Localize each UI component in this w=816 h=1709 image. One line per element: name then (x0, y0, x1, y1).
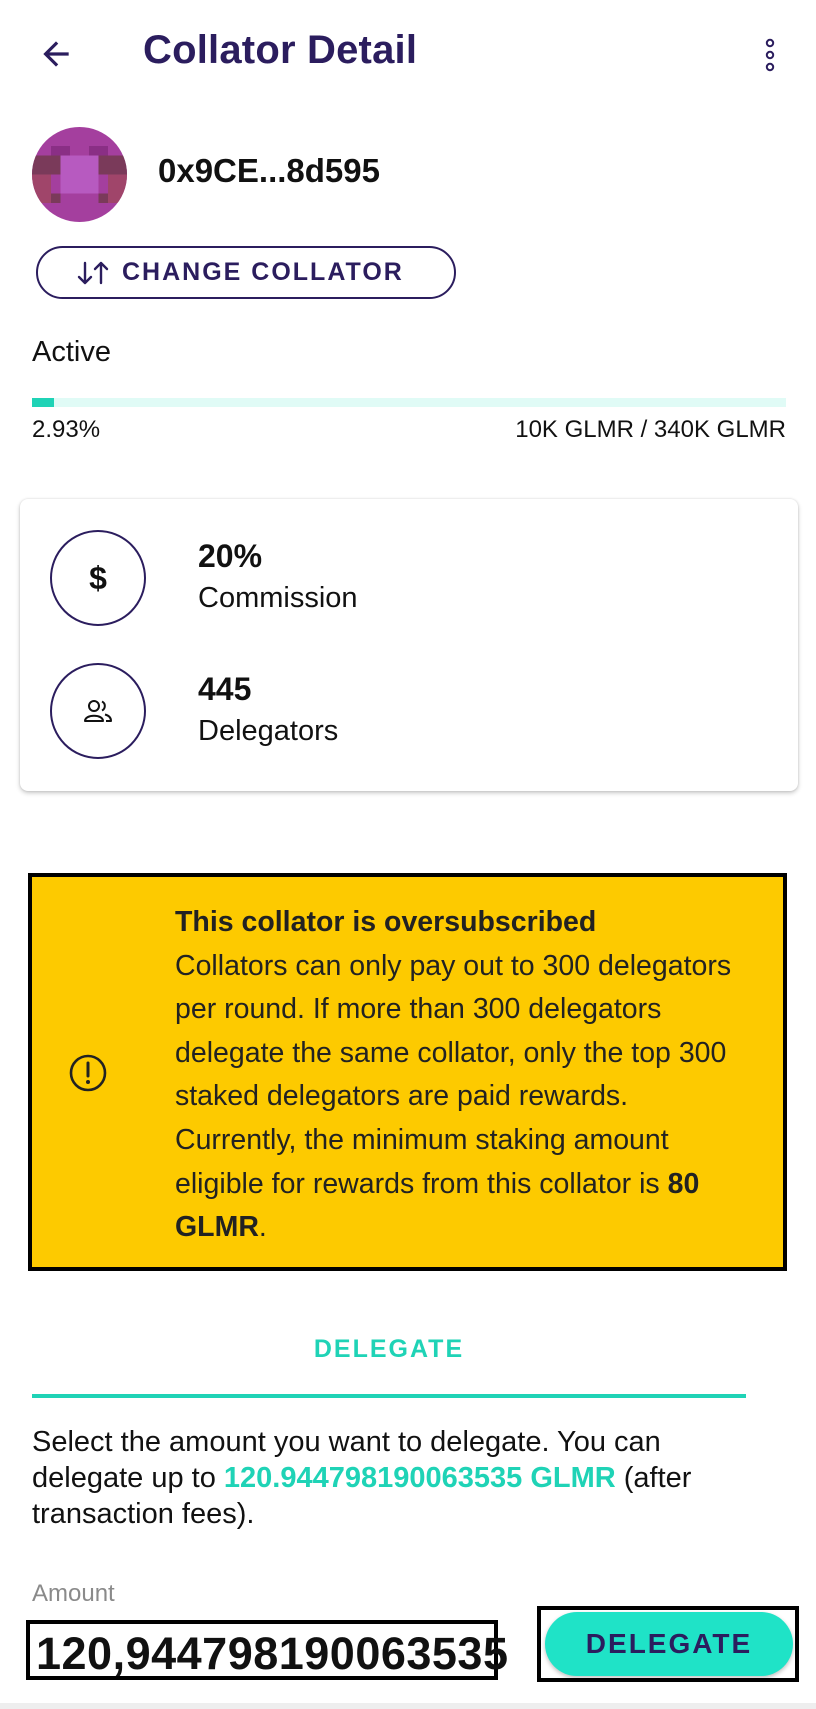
warning-body: Collators can only pay out to 300 delega… (175, 949, 732, 1200)
delegate-button[interactable]: DELEGATE (545, 1612, 793, 1676)
bottom-edge (0, 1703, 816, 1709)
collator-status: Active (32, 336, 111, 368)
commission-stat: $ 20% Commission (50, 530, 750, 626)
stake-percent: 2.93% (32, 416, 101, 443)
change-collator-button[interactable]: CHANGE COLLATOR (36, 246, 456, 299)
page-title: Collator Detail (143, 28, 418, 72)
amount-input[interactable]: 120,944798190063535 (26, 1620, 508, 1680)
stake-progress-fill (32, 398, 55, 407)
delegate-button-label: DELEGATE (585, 1628, 753, 1659)
amount-field-label: Amount (32, 1580, 115, 1607)
commission-value: 20% (198, 538, 263, 574)
delegate-button-wrapper: DELEGATE (537, 1606, 799, 1682)
stake-progress-bar (32, 398, 786, 407)
more-vert-icon (765, 38, 775, 72)
people-icon (84, 700, 112, 722)
back-button[interactable] (28, 26, 84, 82)
delegators-value: 445 (198, 671, 252, 707)
warning-text: This collator is oversubscribed Collator… (175, 901, 755, 1250)
max-delegate-amount: 120.944798190063535 GLMR (223, 1462, 616, 1494)
commission-icon: $ (50, 530, 146, 626)
arrow-left-icon (43, 41, 69, 67)
stake-amount: 10K GLMR / 340K GLMR (515, 416, 786, 443)
amount-input-value: 120,944798190063535 (36, 1628, 509, 1679)
tab-delegate[interactable]: DELEGATE (32, 1322, 746, 1398)
delegate-description: Select the amount you want to delegate. … (32, 1424, 772, 1532)
more-options-button[interactable] (750, 28, 790, 82)
tab-indicator (32, 1394, 746, 1398)
delegators-label: Delegators (198, 715, 339, 747)
stats-card: $ 20% Commission 445 Delegators (20, 499, 798, 791)
app-bar: Collator Detail (0, 0, 816, 110)
tab-delegate-label: DELEGATE (313, 1335, 465, 1363)
swap-vertical-icon (77, 261, 109, 284)
alert-circle-icon (69, 1054, 107, 1092)
collator-avatar (32, 127, 127, 222)
change-collator-label: CHANGE COLLATOR (122, 258, 404, 286)
commission-label: Commission (198, 582, 358, 614)
delegators-icon-circle (50, 663, 146, 759)
oversubscribed-warning: This collator is oversubscribed Collator… (28, 873, 787, 1271)
dollar-icon: $ (89, 559, 107, 596)
warning-suffix: . (258, 1211, 267, 1244)
delegators-stat: 445 Delegators (50, 663, 750, 759)
warning-heading: This collator is oversubscribed (175, 906, 597, 938)
collator-address: 0x9CE...8d595 (158, 152, 380, 189)
